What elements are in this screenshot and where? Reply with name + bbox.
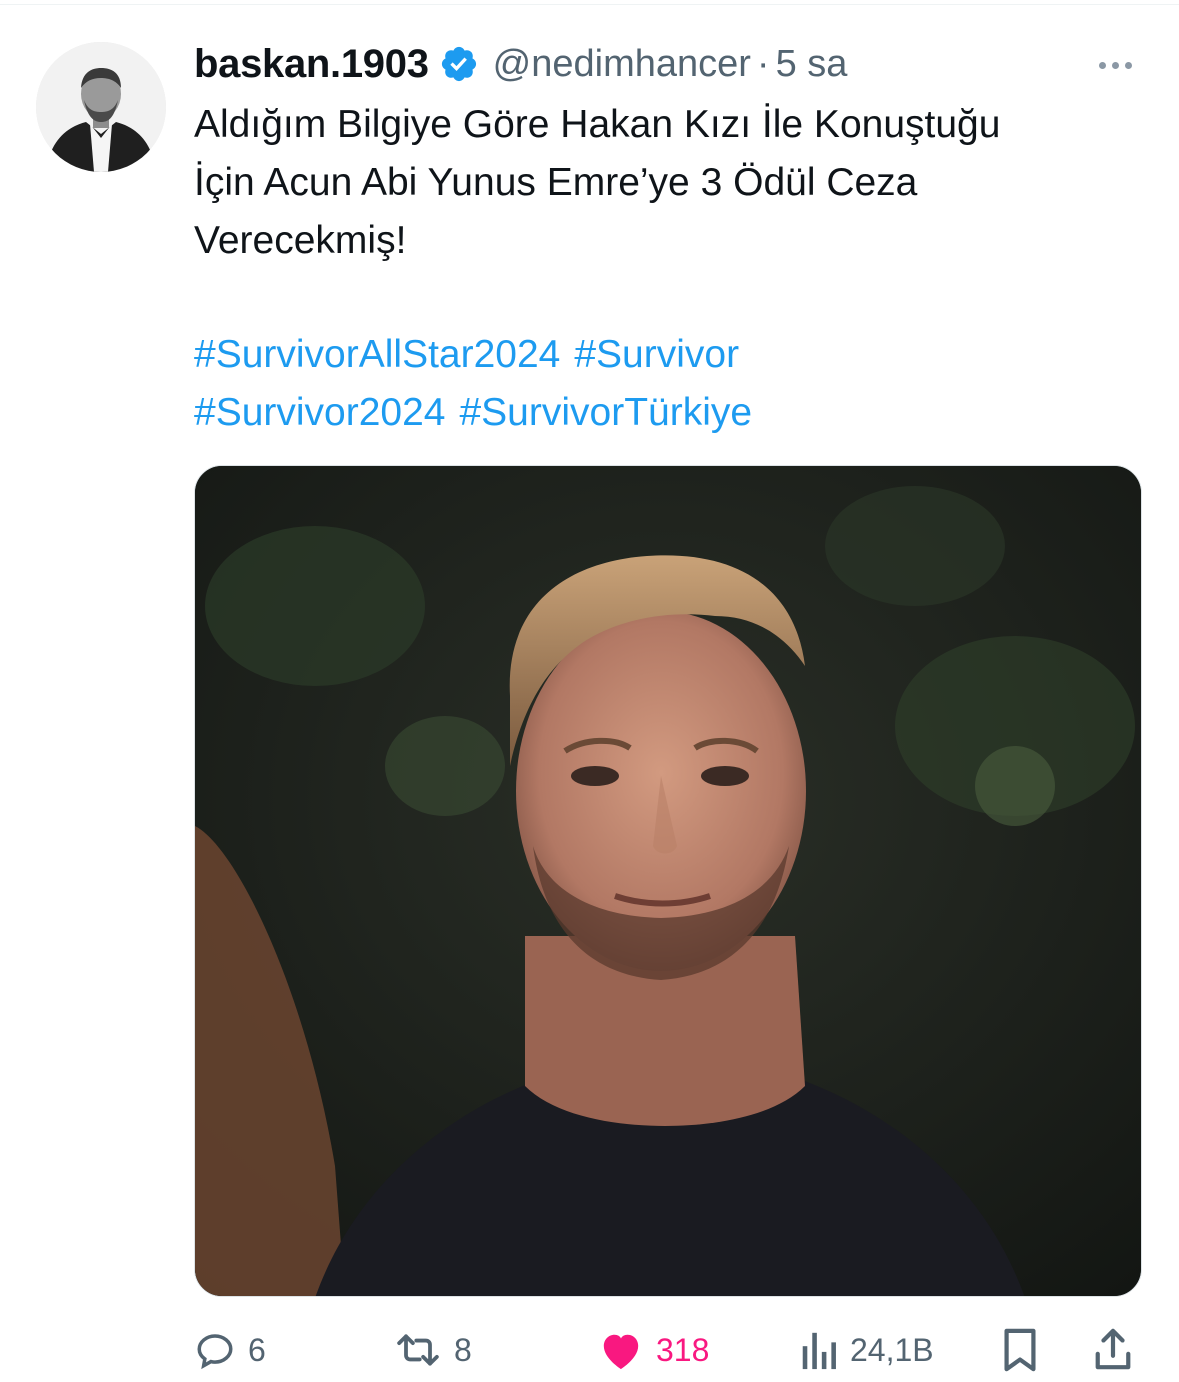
timestamp[interactable]: 5 sa (776, 43, 848, 86)
tweet[interactable]: baskan.1903 @nedimhancer · 5 sa Aldığım … (0, 0, 1179, 1382)
share-button[interactable] (1092, 1318, 1134, 1382)
bookmark-icon (1004, 1328, 1036, 1372)
views-count: 24,1B (850, 1331, 934, 1368)
verified-badge-icon (439, 44, 479, 84)
display-name[interactable]: baskan.1903 (194, 42, 429, 87)
like-button[interactable]: 318 (598, 1318, 709, 1382)
hashtag-link[interactable]: #Survivor (574, 333, 739, 376)
tweet-text-line: İçin Acun Abi Yunus Emre’ye 3 Ödül Ceza (194, 161, 918, 204)
share-icon (1095, 1328, 1131, 1370)
hashtag-link[interactable]: #Survivor2024 (194, 391, 445, 434)
avatar-image (36, 42, 166, 172)
tweet-text-line: Aldığım Bilgiye Göre Hakan Kızı İle Konu… (194, 103, 1001, 146)
views-button[interactable]: 24,1B (798, 1318, 934, 1382)
hashtag-link[interactable]: #SurvivorAllStar2024 (194, 333, 560, 376)
bookmark-button[interactable] (1000, 1318, 1040, 1382)
avatar[interactable] (36, 42, 166, 172)
retweet-button[interactable]: 8 (394, 1318, 472, 1382)
views-icon (802, 1332, 836, 1370)
tweet-text-line: Verecekmiş! (194, 219, 407, 262)
retweet-icon (397, 1334, 439, 1366)
reply-icon (197, 1334, 233, 1370)
photo-image (195, 466, 1141, 1296)
more-horizontal-icon[interactable] (1093, 50, 1137, 80)
tweet-header: baskan.1903 @nedimhancer · 5 sa (194, 36, 1149, 92)
tweet-media-photo[interactable] (194, 465, 1142, 1297)
action-bar: 6 8 318 24,1B (194, 1318, 1144, 1382)
separator-dot: · (756, 42, 770, 85)
reply-button[interactable]: 6 (194, 1318, 266, 1382)
retweet-count: 8 (454, 1331, 472, 1368)
like-count: 318 (656, 1331, 710, 1368)
hashtag-link[interactable]: #SurvivorTürkiye (459, 391, 752, 434)
reply-count: 6 (248, 1331, 266, 1368)
heart-icon (603, 1334, 639, 1370)
tweet-text: Aldığım Bilgiye Göre Hakan Kızı İle Konu… (194, 96, 1144, 270)
hashtags: #SurvivorAllStar2024 #Survivor #Survivor2… (194, 326, 1144, 442)
handle[interactable]: @nedimhancer (493, 43, 751, 86)
